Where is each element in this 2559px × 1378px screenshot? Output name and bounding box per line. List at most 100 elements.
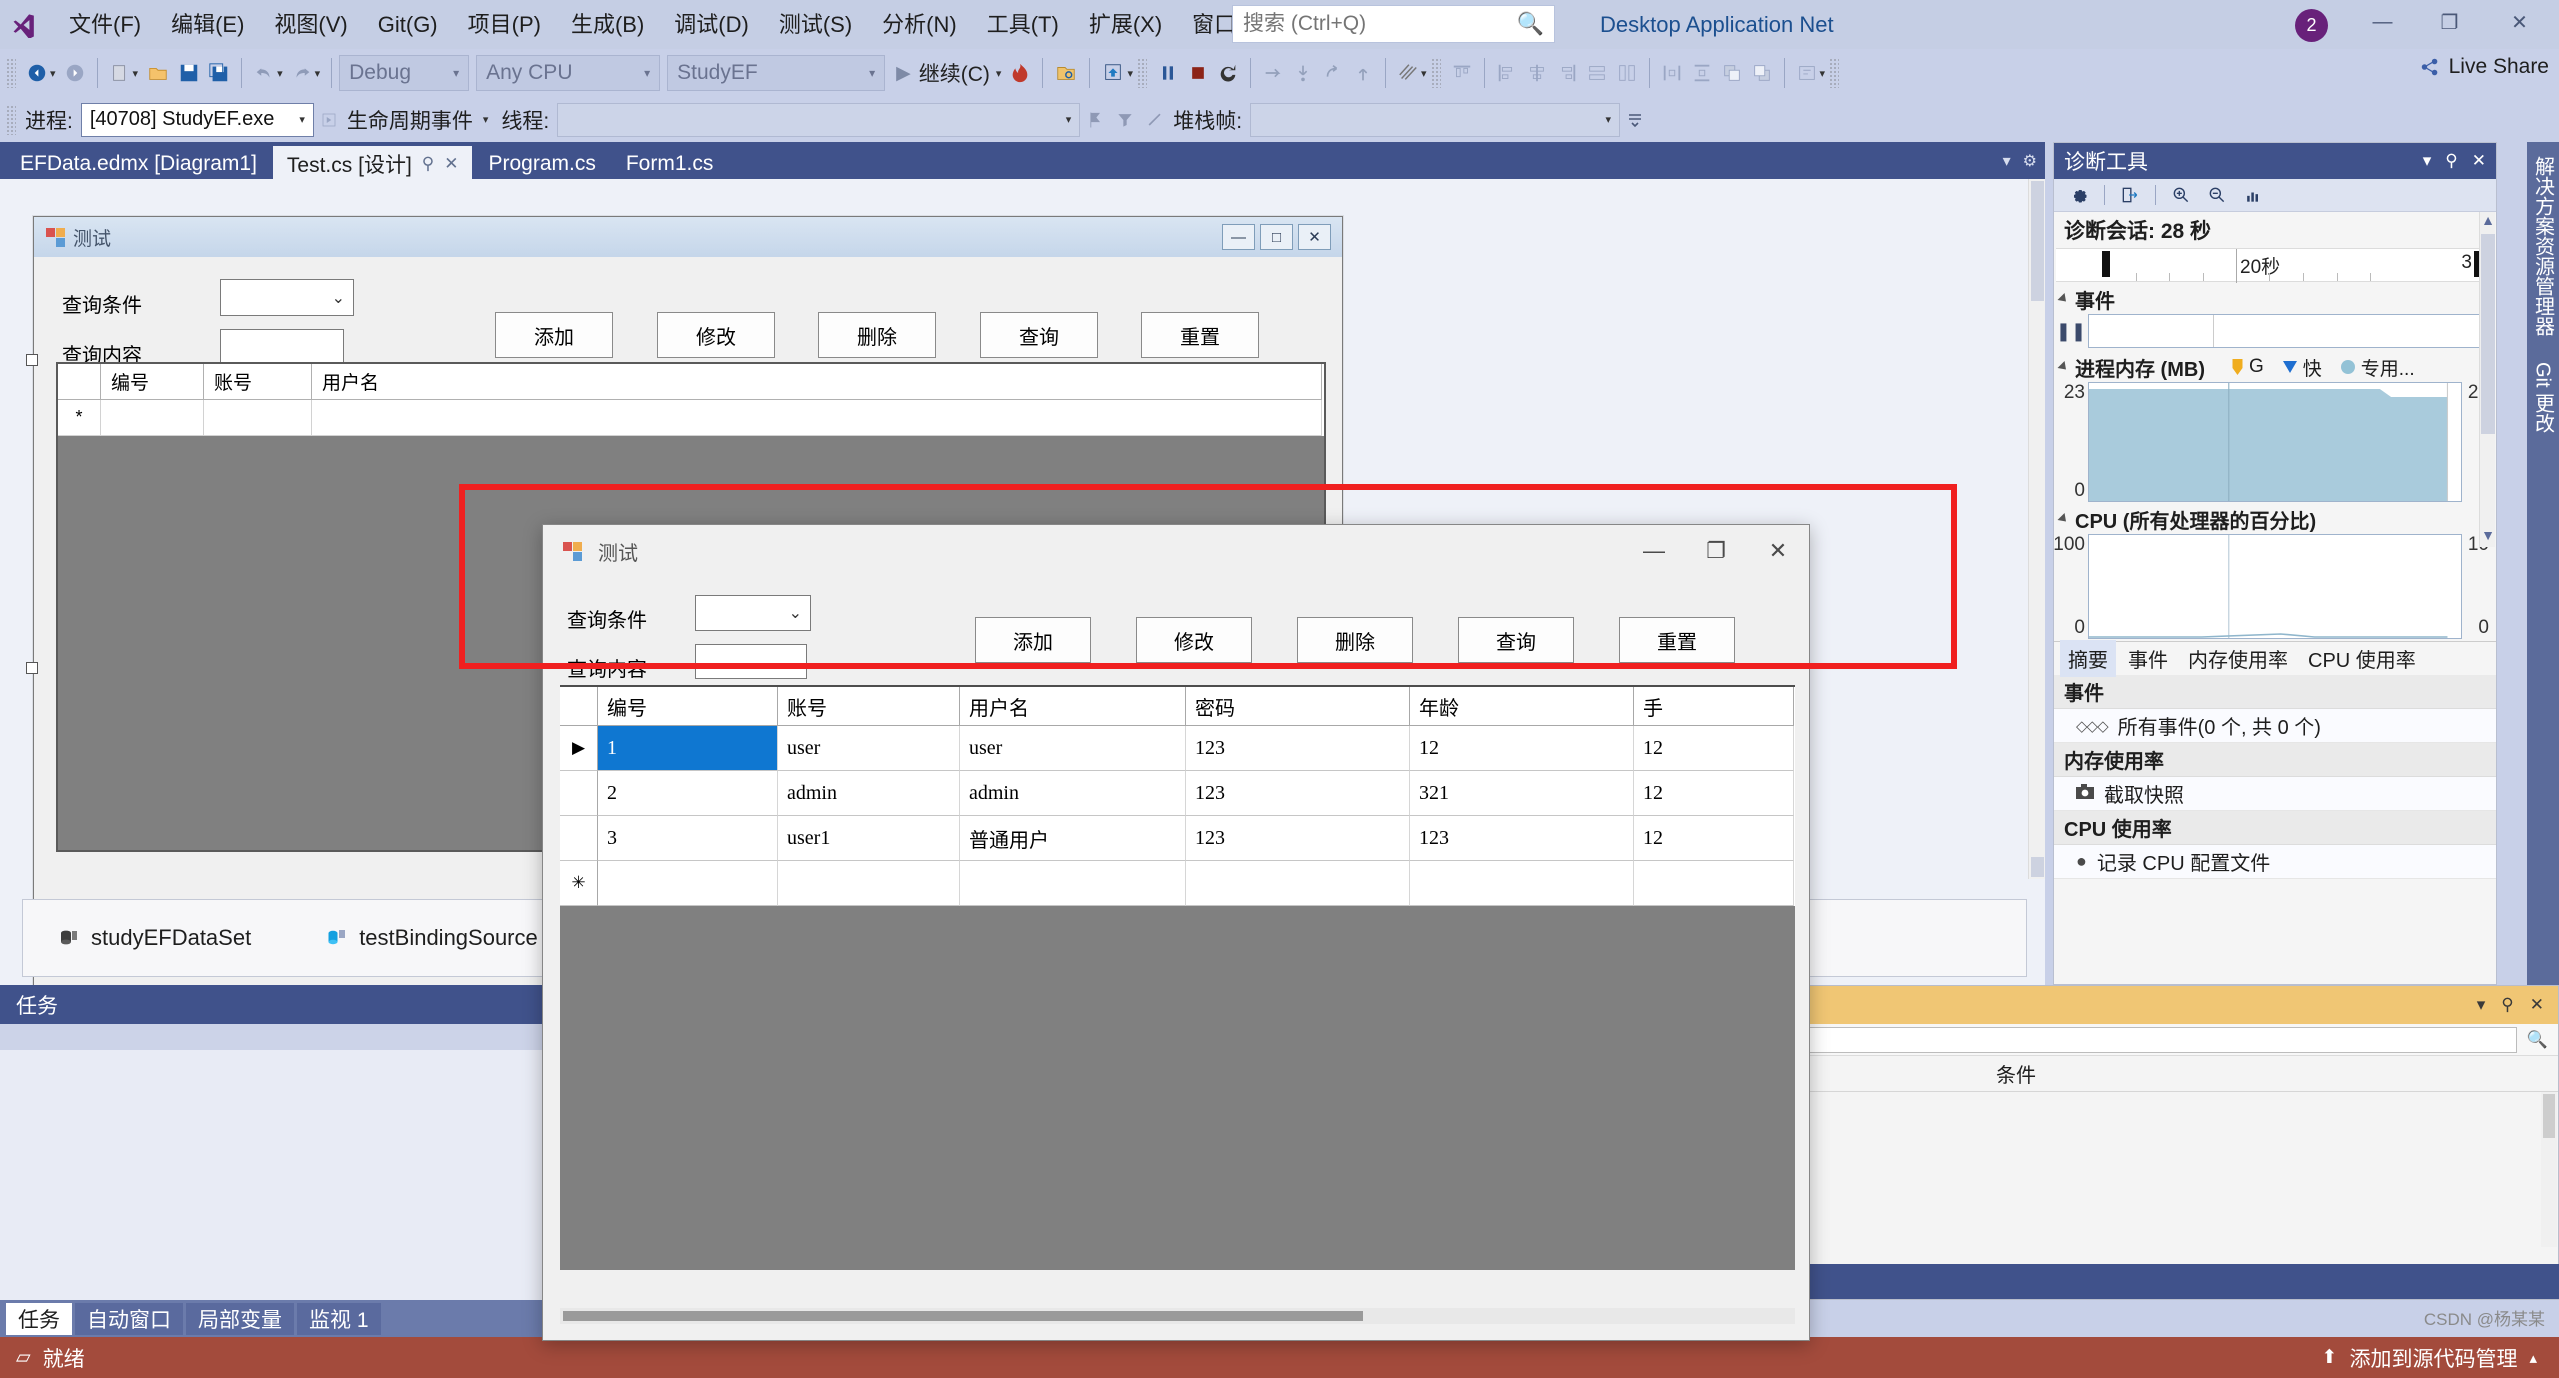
events-section-header[interactable]: 事件: [2054, 286, 2496, 312]
toolbar-grip[interactable]: [1137, 58, 1147, 88]
summary-row-all-events[interactable]: ◇◇◇ 所有事件(0 个, 共 0 个): [2054, 709, 2496, 743]
process-combo[interactable]: [40708] StudyEF.exe ▾: [81, 103, 314, 137]
running-form-maximize-button[interactable]: ❐: [1685, 525, 1747, 577]
new-project-icon[interactable]: ▾: [105, 54, 143, 92]
row-selector[interactable]: [560, 816, 598, 861]
query-content-input[interactable]: [695, 644, 807, 679]
query-condition-combo[interactable]: ⌄: [695, 595, 811, 631]
menu-analyze[interactable]: 分析(N): [867, 0, 972, 49]
scroll-up-arrow-icon[interactable]: ▲: [2481, 212, 2495, 232]
exception-list-scrollbar[interactable]: [2541, 1092, 2557, 1247]
source-control-label[interactable]: 添加到源代码管理: [2349, 1343, 2517, 1373]
vtab-git-changes[interactable]: Git 更改: [2529, 362, 2558, 433]
diagnostic-scrollbar[interactable]: ▲ ▼: [2479, 212, 2495, 547]
grid-cell-phone[interactable]: [1634, 861, 1794, 906]
collapse-triangle-icon[interactable]: [2057, 361, 2069, 373]
collapse-triangle-icon[interactable]: [2057, 513, 2069, 525]
collapse-triangle-icon[interactable]: [2057, 293, 2069, 305]
grid-cell-phone[interactable]: 12: [1634, 726, 1794, 771]
grid-cell-password[interactable]: 123: [1186, 771, 1410, 816]
tab-events[interactable]: 事件: [2120, 640, 2176, 677]
tab-autos[interactable]: 自动窗口: [75, 1303, 183, 1335]
thread-combo[interactable]: ▾: [557, 103, 1080, 137]
solution-configuration-combo[interactable]: Debug ▾: [339, 55, 469, 91]
save-icon[interactable]: [174, 54, 204, 92]
cpu-section-header[interactable]: CPU (所有处理器的百分比): [2054, 506, 2496, 532]
running-application-window[interactable]: 测试 — ❐ ✕ 查询条件 ⌄ 查询内容 添加 修改 删除 查询 重置: [542, 524, 1810, 1341]
intellitrace-icon[interactable]: ▾: [1393, 54, 1431, 92]
grid-horizontal-scrollbar[interactable]: [560, 1308, 1795, 1324]
grid-cell-account[interactable]: [778, 861, 960, 906]
stackframe-combo[interactable]: ▾: [1250, 103, 1620, 137]
chevron-up-icon[interactable]: ▴: [2529, 1349, 2537, 1367]
row-selector[interactable]: [560, 771, 598, 816]
tab-summary[interactable]: 摘要: [2060, 640, 2116, 677]
global-search[interactable]: 🔍: [1232, 5, 1555, 43]
flag-icon[interactable]: [1080, 101, 1110, 139]
notification-badge[interactable]: 2: [2295, 9, 2328, 42]
window-close-button[interactable]: ✕: [2492, 0, 2547, 45]
align-rights-icon[interactable]: [1552, 54, 1582, 92]
table-row[interactable]: ▶ 1 user user 123 12 12: [560, 726, 1795, 771]
align-centers-icon[interactable]: [1522, 54, 1552, 92]
step-over-icon[interactable]: [1258, 54, 1288, 92]
scrollbar-thumb[interactable]: [2031, 181, 2044, 301]
toolbar-overflow-icon[interactable]: [1620, 101, 1650, 139]
solution-platform-combo[interactable]: Any CPU ▾: [476, 55, 660, 91]
grid-header-password[interactable]: 密码: [1186, 687, 1410, 726]
toolbar-grip[interactable]: [1829, 58, 1839, 88]
grid-header-id[interactable]: 编号: [598, 687, 778, 726]
grid-cell-id[interactable]: 1: [598, 726, 778, 771]
grid-header-phone[interactable]: 手: [1634, 687, 1794, 726]
send-to-back-icon[interactable]: [1747, 54, 1777, 92]
pin-icon[interactable]: ⚲: [422, 154, 434, 174]
grid-cell-username[interactable]: [960, 861, 1186, 906]
summary-row-record-cpu-profile[interactable]: ● 记录 CPU 配置文件: [2054, 845, 2496, 879]
hot-reload-icon[interactable]: [1005, 54, 1035, 92]
scroll-down-arrow-icon[interactable]: ▼: [2481, 527, 2495, 547]
menu-git[interactable]: Git(G): [363, 0, 453, 49]
running-form-close-button[interactable]: ✕: [1747, 525, 1809, 577]
menu-extensions[interactable]: 扩展(X): [1074, 0, 1177, 49]
user-data-grid[interactable]: 编号 账号 用户名 密码 年龄 手 ▶ 1 user user 123 12 1…: [560, 685, 1795, 1270]
grid-cell-account[interactable]: user: [778, 726, 960, 771]
designer-resize-handle[interactable]: [26, 662, 38, 674]
diagnostic-timeline-ruler[interactable]: 20秒 3: [2056, 248, 2494, 282]
toggle-breakpoint-icon[interactable]: [1140, 101, 1170, 139]
grid-header-age[interactable]: 年龄: [1410, 687, 1634, 726]
events-track[interactable]: [2088, 314, 2488, 348]
window-minimize-button[interactable]: —: [2355, 0, 2410, 45]
center-horizontally-icon[interactable]: [1657, 54, 1687, 92]
grid-cell-username[interactable]: admin: [960, 771, 1186, 816]
browser-preview-icon[interactable]: [1050, 54, 1082, 92]
close-icon[interactable]: ✕: [2530, 995, 2544, 1015]
grid-cell-age[interactable]: [1410, 861, 1634, 906]
tab-order-icon[interactable]: ▾: [1792, 54, 1830, 92]
tab-cpu-usage[interactable]: CPU 使用率: [2300, 640, 2424, 677]
tray-item-testBindingSource[interactable]: testBindingSource: [325, 925, 538, 951]
tab-tasks[interactable]: 任务: [6, 1303, 72, 1335]
step-return-icon[interactable]: [1318, 54, 1348, 92]
designer-vertical-scrollbar[interactable]: [2028, 179, 2045, 879]
chevron-down-icon[interactable]: ▾: [2477, 995, 2486, 1015]
chevron-down-icon[interactable]: ▾: [2423, 151, 2432, 171]
lifecycle-events-icon[interactable]: [314, 101, 344, 139]
startup-project-combo[interactable]: StudyEF ▾: [667, 55, 885, 91]
step-out-icon[interactable]: [1348, 54, 1378, 92]
new-row[interactable]: ✳: [560, 861, 1795, 906]
grid-cell-account[interactable]: user1: [778, 816, 960, 861]
tab-test-cs-design[interactable]: Test.cs [设计] ⚲ ✕: [273, 146, 473, 179]
menu-view[interactable]: 视图(V): [259, 0, 362, 49]
align-tops-icon[interactable]: [1447, 54, 1477, 92]
grid-header-username[interactable]: 用户名: [960, 687, 1186, 726]
navigate-backward-icon[interactable]: ▾: [22, 54, 60, 92]
bring-to-front-icon[interactable]: [1717, 54, 1747, 92]
grid-cell-id[interactable]: [598, 861, 778, 906]
grid-cell-id[interactable]: 3: [598, 816, 778, 861]
tab-settings-icon[interactable]: ⚙: [2023, 151, 2037, 171]
tab-form1-cs[interactable]: Form1.cs: [612, 146, 728, 179]
make-same-height-icon[interactable]: [1612, 54, 1642, 92]
tray-item-studyEFDataSet[interactable]: studyEFDataSet: [57, 925, 251, 951]
restart-icon[interactable]: [1213, 54, 1243, 92]
grid-cell-username[interactable]: 普通用户: [960, 816, 1186, 861]
